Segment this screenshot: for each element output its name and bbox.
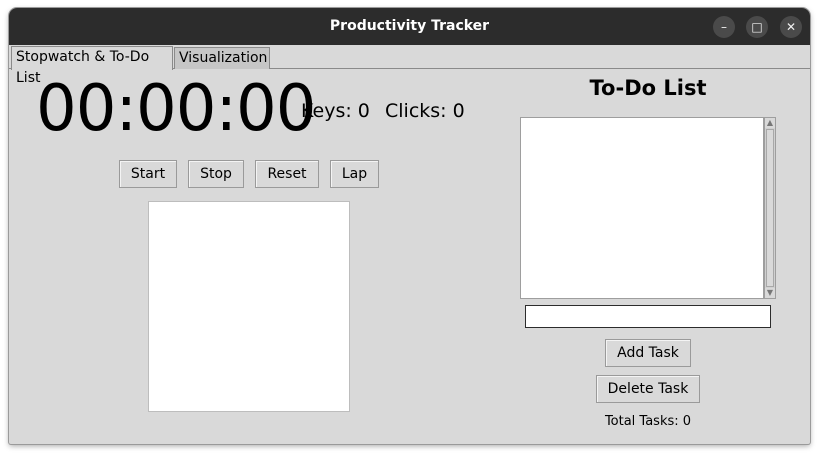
minimize-icon[interactable]: – [713, 16, 735, 38]
add-task-button[interactable]: Add Task [605, 339, 691, 367]
scrollbar-thumb[interactable] [766, 129, 774, 287]
window-title: Productivity Tracker [329, 18, 490, 34]
tab-stopwatch-todo[interactable]: Stopwatch & To-Do List [11, 46, 173, 86]
tab-visualization[interactable]: Visualization [174, 47, 270, 69]
stop-button[interactable]: Stop [188, 160, 244, 188]
lap-times-list[interactable] [148, 201, 350, 412]
clicks-counter: Clicks: 0 [385, 100, 465, 122]
lap-button[interactable]: Lap [330, 160, 379, 188]
maximize-icon[interactable]: □ [746, 16, 768, 38]
task-list-scrollbar[interactable]: ▲ ▼ [764, 117, 776, 299]
task-listbox[interactable] [520, 117, 764, 299]
stopwatch-display: 00:00:00 [36, 72, 316, 146]
close-icon[interactable]: ✕ [780, 16, 802, 38]
new-task-input[interactable] [525, 305, 771, 328]
reset-button[interactable]: Reset [255, 160, 319, 188]
scroll-down-arrow-icon[interactable]: ▼ [765, 288, 775, 298]
start-button[interactable]: Start [119, 160, 177, 188]
total-tasks-label: Total Tasks: 0 [604, 414, 692, 429]
scroll-up-arrow-icon[interactable]: ▲ [765, 118, 775, 128]
keys-counter: Keys: 0 [301, 100, 370, 122]
title-bar[interactable]: Productivity Tracker – □ ✕ [9, 8, 810, 45]
delete-task-button[interactable]: Delete Task [596, 375, 700, 403]
todo-title: To-Do List [589, 76, 707, 100]
app-window: Productivity Tracker – □ ✕ Stopwatch & T… [9, 8, 810, 444]
